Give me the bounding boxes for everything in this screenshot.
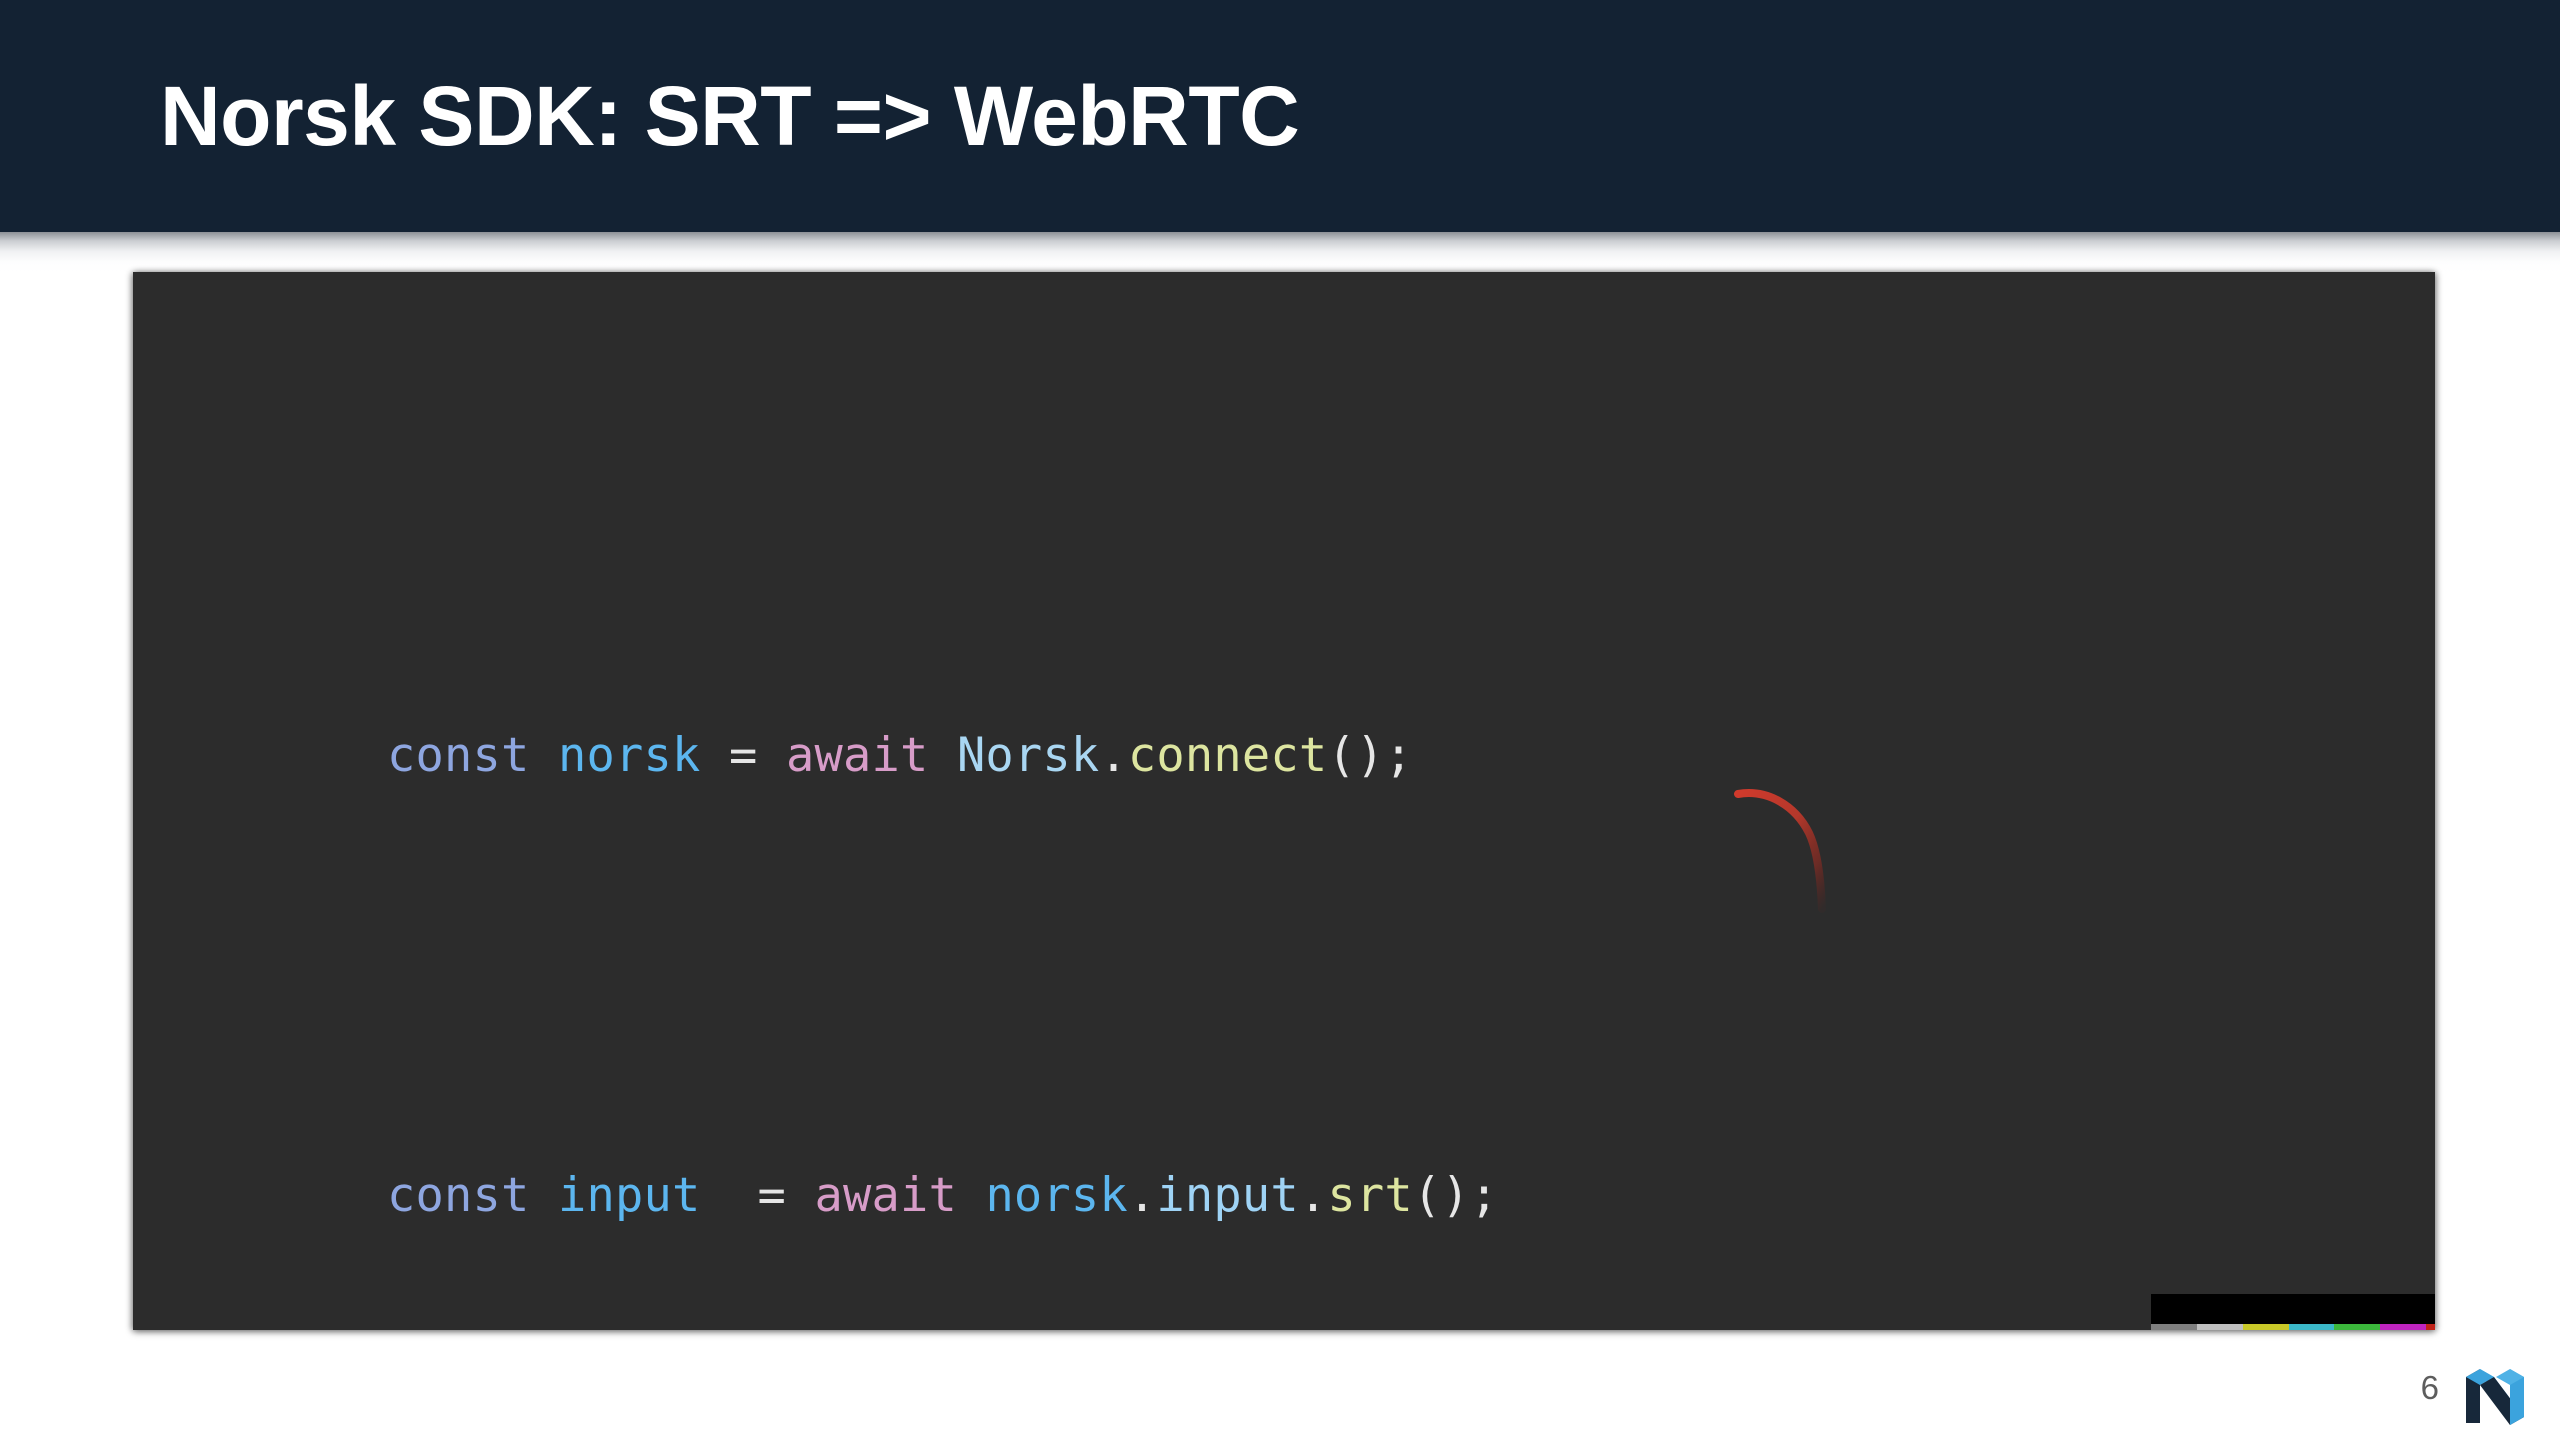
code-token-keyword: const <box>386 1168 530 1223</box>
colorbars-primary-row <box>2151 1324 2435 1330</box>
code-token-dot: . <box>1298 1168 1328 1223</box>
code-block: const norsk = await Norsk.connect(); con… <box>133 272 2435 1330</box>
code-token-variable: input <box>557 1168 701 1223</box>
code-token-variable: norsk <box>985 1168 1128 1223</box>
slide-header: Norsk SDK: SRT => WebRTC <box>0 0 2560 232</box>
colorbar-cyan <box>2288 1324 2335 1330</box>
colorbar-white <box>2196 1324 2243 1330</box>
code-token-function: connect <box>1127 728 1328 783</box>
norsk-logo-icon <box>2466 1369 2524 1425</box>
code-token-function: srt <box>1327 1168 1413 1223</box>
header-drop-shadow <box>0 232 2560 272</box>
video-preview-overlay[interactable]: 18:20:55 <box>2151 1294 2435 1330</box>
code-token-property: input <box>1156 1168 1299 1223</box>
code-token-keyword: const <box>386 728 530 783</box>
code-line: const input = await norsk.input.srt(); <box>159 1113 2211 1223</box>
code-token-operator: = <box>700 1168 815 1223</box>
code-token-await: await <box>814 1168 957 1223</box>
code-token-operator: = <box>700 728 786 783</box>
code-token-dot: . <box>1127 1168 1157 1223</box>
slide-root: Norsk SDK: SRT => WebRTC const norsk = a… <box>0 0 2560 1440</box>
code-token-operator: (); <box>1412 1168 1499 1223</box>
code-token-dot: . <box>1099 728 1128 783</box>
page-title: Norsk SDK: SRT => WebRTC <box>160 68 1300 163</box>
colorbar-green <box>2334 1324 2381 1330</box>
code-token-await: await <box>785 728 929 783</box>
video-letterbox-top <box>2151 1294 2435 1324</box>
code-token-variable: norsk <box>557 728 701 783</box>
colorbar-red <box>2426 1324 2435 1330</box>
colorbar-yellow <box>2242 1324 2289 1330</box>
page-number: 6 <box>2420 1369 2439 1406</box>
colorbar-magenta <box>2380 1324 2427 1330</box>
code-line: const norsk = await Norsk.connect(); <box>159 673 2211 783</box>
colorbar-gray <box>2151 1324 2197 1330</box>
code-content: const norsk = await Norsk.connect(); con… <box>159 508 2211 1330</box>
code-token-class: Norsk <box>956 728 1100 783</box>
code-token-operator: (); <box>1327 728 1413 783</box>
